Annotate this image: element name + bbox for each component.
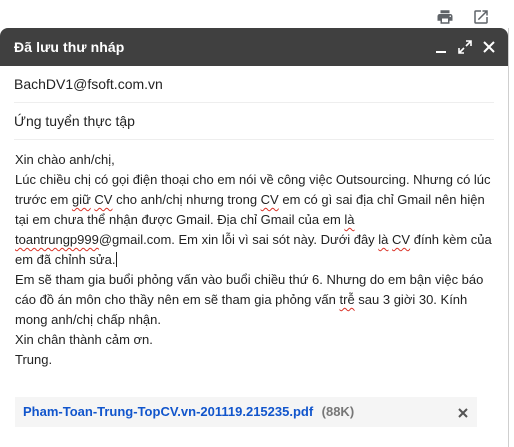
- header-buttons: [434, 40, 496, 54]
- text-cursor: [116, 252, 118, 267]
- misspelled-word: trễ: [339, 292, 355, 307]
- closing: Xin chân thành cảm ơn.: [15, 332, 153, 347]
- to-recipient: BachDV1@fsoft.com.vn: [14, 76, 163, 92]
- subject-text: Ứng tuyển thực tập: [14, 113, 135, 129]
- greeting: Xin chào anh/chị,: [15, 152, 115, 167]
- signature: Trung.: [15, 352, 53, 367]
- remove-attachment-icon[interactable]: [457, 406, 469, 418]
- fullscreen-icon[interactable]: [458, 40, 472, 54]
- body-paragraph-2: Em sẽ tham gia buổi phỏng vấn vào buổi c…: [15, 270, 494, 330]
- misspelled-word: CV: [94, 192, 113, 207]
- misspelled-word: toantrungp999: [15, 232, 99, 247]
- attachment-info: Pham-Toan-Trung-TopCV.vn-201119.215235.p…: [23, 403, 354, 421]
- printer-icon[interactable]: [436, 8, 454, 26]
- minimize-icon[interactable]: [434, 40, 448, 54]
- attachment-name[interactable]: Pham-Toan-Trung-TopCV.vn-201119.215235.p…: [23, 404, 313, 419]
- open-in-new-icon[interactable]: [472, 8, 490, 26]
- body-paragraph-1: Lúc chiều chị có gọi điện thoại cho em n…: [15, 170, 494, 270]
- top-actions: [436, 8, 490, 26]
- compose-title: Đã lưu thư nháp: [14, 39, 125, 55]
- subject-field[interactable]: Ứng tuyển thực tập: [14, 103, 494, 140]
- close-icon[interactable]: [482, 40, 496, 54]
- to-field[interactable]: BachDV1@fsoft.com.vn: [14, 66, 494, 103]
- misspelled-word: là: [344, 212, 355, 227]
- misspelled-word: CV: [260, 192, 279, 207]
- attachment-chip[interactable]: Pham-Toan-Trung-TopCV.vn-201119.215235.p…: [15, 397, 477, 427]
- misspelled-word: là: [378, 232, 389, 247]
- attachment-size: (88K): [321, 404, 355, 419]
- misspelled-word: CV: [392, 232, 411, 247]
- compose-window: Đã lưu thư nháp BachDV1@fsoft.com.vn Ứng…: [0, 28, 509, 447]
- compose-header[interactable]: Đã lưu thư nháp: [0, 28, 508, 66]
- message-body[interactable]: Xin chào anh/chị, Lúc chiều chị có gọi đ…: [15, 150, 494, 370]
- body-text: cho anh/chị nhưng trong: [112, 192, 261, 207]
- misspelled-word: giữ: [71, 192, 91, 207]
- body-text: @gmail.com. Em xin lỗi vì sai sót này. D…: [98, 232, 379, 247]
